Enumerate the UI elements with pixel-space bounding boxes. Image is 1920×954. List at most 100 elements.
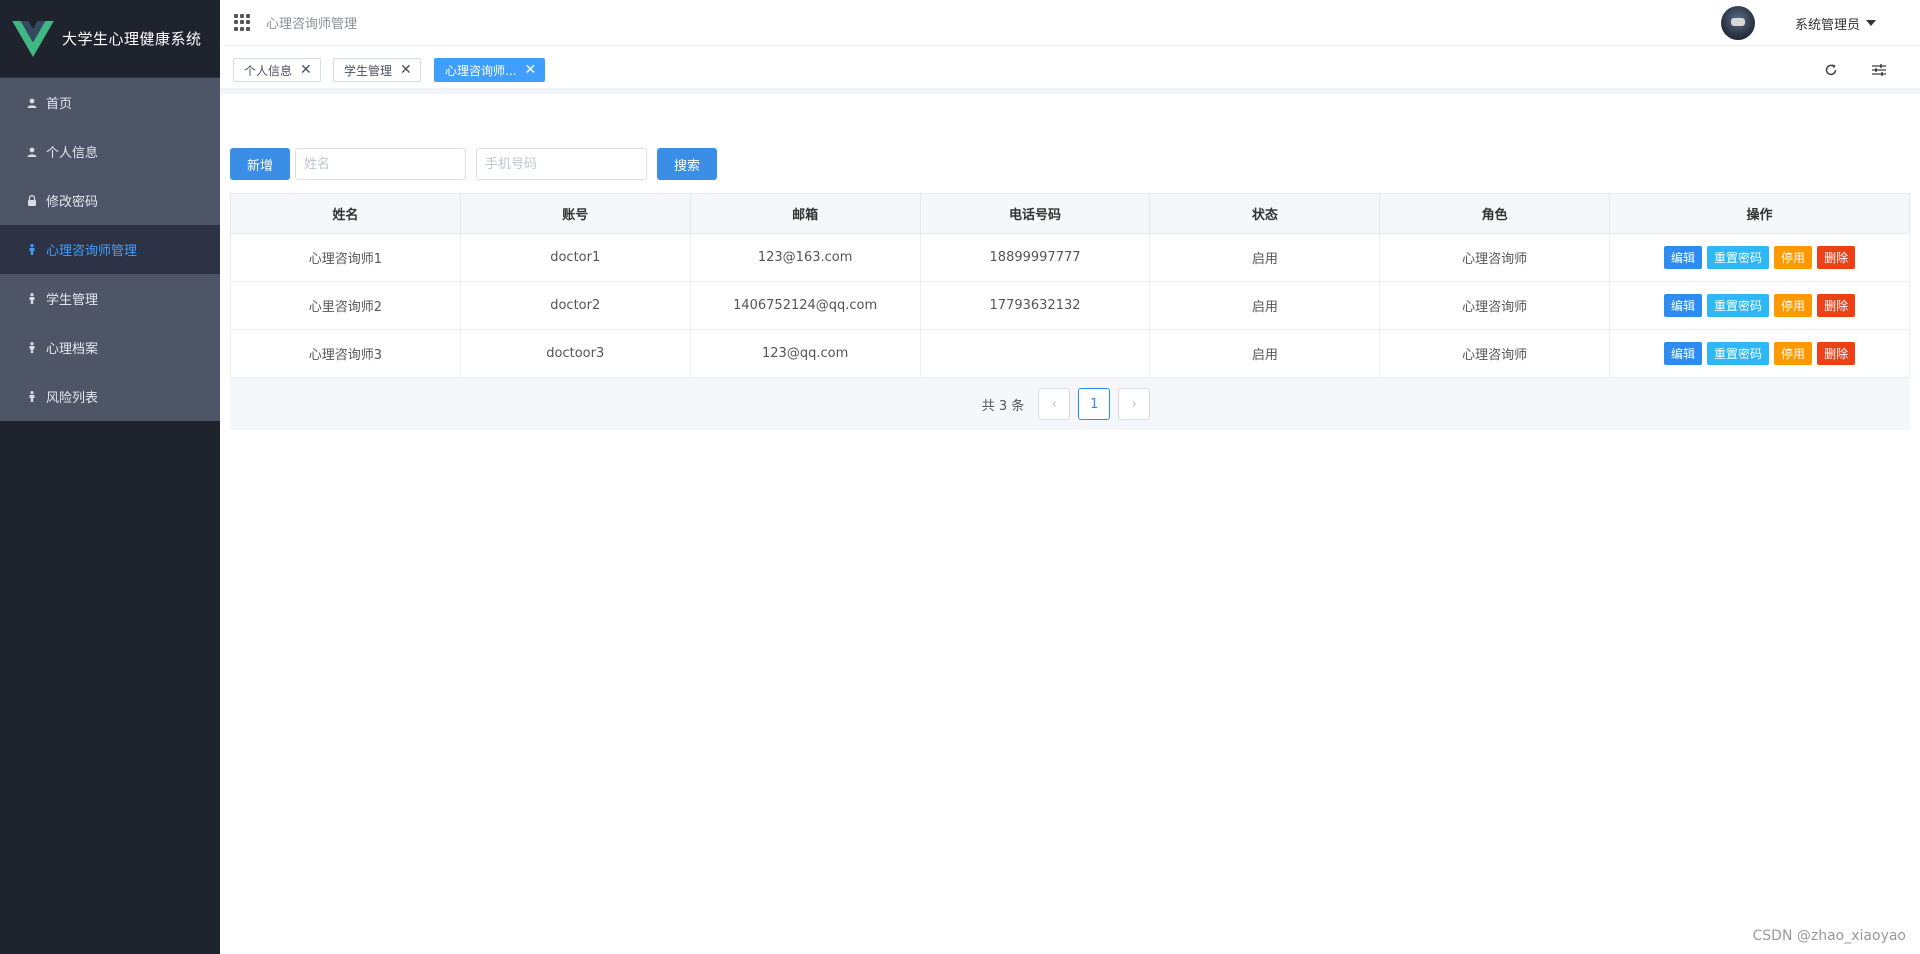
tag-profile[interactable]: 个人信息 ✕	[233, 58, 321, 82]
tag-counselor-management[interactable]: 心理咨询师... ✕	[434, 58, 546, 82]
close-icon[interactable]: ✕	[300, 63, 312, 77]
cell-status: 启用	[1149, 281, 1381, 330]
name-search-input[interactable]	[295, 148, 466, 180]
sidebar-item-change-password[interactable]: 修改密码	[0, 176, 220, 225]
column-header-account[interactable]: 账号	[459, 193, 691, 234]
cell-actions: 编辑 重置密码 停用 删除	[1609, 233, 1910, 282]
cell-actions: 编辑 重置密码 停用 删除	[1609, 329, 1910, 378]
delete-button[interactable]: 删除	[1817, 342, 1856, 365]
edit-button[interactable]: 编辑	[1664, 294, 1703, 317]
person-icon	[26, 342, 38, 354]
cell-actions: 编辑 重置密码 停用 删除	[1609, 281, 1910, 330]
add-button[interactable]: 新增	[230, 148, 290, 180]
person-icon	[26, 244, 38, 256]
table-row: 心里咨询师2 doctor2 1406752124@qq.com 1779363…	[230, 281, 1910, 330]
page-number-button[interactable]: 1	[1078, 388, 1111, 420]
disable-button[interactable]: 停用	[1774, 294, 1813, 317]
phone-search-input[interactable]	[476, 148, 647, 180]
cell-role: 心理咨询师	[1379, 329, 1611, 378]
sidebar-item-label: 心理咨询师管理	[46, 244, 138, 259]
sidebar-item-student-management[interactable]: 学生管理	[0, 274, 220, 323]
user-icon	[26, 97, 38, 109]
tags-view-bar: 个人信息 ✕ 学生管理 ✕ 心理咨询师... ✕	[220, 48, 1920, 94]
next-page-button[interactable]: ›	[1118, 388, 1151, 420]
sidebar: 大学生心理健康系统 首页 个人信息 修改密码 心理咨询师管理 学生管理 心理档案	[0, 0, 220, 954]
refresh-icon[interactable]	[1820, 59, 1842, 81]
brand-header: 大学生心理健康系统	[0, 0, 220, 78]
user-name[interactable]: 系统管理员	[1795, 14, 1860, 33]
prev-page-button[interactable]: ‹	[1038, 388, 1071, 420]
cell-phone	[919, 329, 1151, 378]
sidebar-item-label: 个人信息	[46, 146, 99, 161]
user-menu[interactable]: 系统管理员	[1720, 6, 1876, 40]
sidebar-item-label: 心理档案	[46, 342, 99, 357]
cell-status: 启用	[1149, 233, 1381, 282]
counselor-table: 姓名 账号 邮箱 电话号码 状态 角色 操作 心理咨询师1 doctor1 12…	[230, 193, 1910, 378]
watermark: CSDN @zhao_xiaoyao	[1752, 928, 1906, 944]
edit-button[interactable]: 编辑	[1664, 342, 1703, 365]
column-header-role[interactable]: 角色	[1379, 193, 1611, 234]
reset-password-button[interactable]: 重置密码	[1707, 246, 1770, 269]
app-title: 大学生心理健康系统	[62, 30, 202, 48]
tag-label: 心理咨询师...	[445, 63, 517, 78]
disable-button[interactable]: 停用	[1774, 342, 1813, 365]
reset-password-button[interactable]: 重置密码	[1707, 342, 1770, 365]
breadcrumb[interactable]: 心理咨询师管理	[266, 13, 357, 32]
delete-button[interactable]: 删除	[1817, 294, 1856, 317]
table-row: 心理咨询师1 doctor1 123@163.com 18899997777 启…	[230, 233, 1910, 282]
cell-name: 心里咨询师2	[230, 281, 461, 330]
tag-student-management[interactable]: 学生管理 ✕	[333, 58, 421, 82]
table-row: 心理咨询师3 doctoor3 123@qq.com 启用 心理咨询师 编辑 重…	[230, 329, 1910, 378]
sidebar-item-label: 学生管理	[46, 293, 99, 308]
column-header-name[interactable]: 姓名	[230, 193, 461, 234]
cell-account: doctor2	[459, 281, 691, 330]
cell-email: 1406752124@qq.com	[689, 281, 921, 330]
tag-label: 个人信息	[244, 63, 293, 78]
cell-phone: 17793632132	[919, 281, 1151, 330]
sidebar-item-psych-records[interactable]: 心理档案	[0, 323, 220, 372]
user-icon	[26, 146, 38, 158]
caret-down-icon[interactable]	[1866, 20, 1876, 26]
column-header-phone[interactable]: 电话号码	[919, 193, 1151, 234]
reset-password-button[interactable]: 重置密码	[1707, 294, 1770, 317]
delete-button[interactable]: 删除	[1817, 246, 1856, 269]
cell-status: 启用	[1149, 329, 1381, 378]
lock-icon	[26, 195, 38, 207]
disable-button[interactable]: 停用	[1774, 246, 1813, 269]
vue-logo-icon	[12, 20, 54, 57]
apps-grid-icon[interactable]	[234, 13, 252, 32]
avatar[interactable]	[1720, 6, 1755, 40]
edit-button[interactable]: 编辑	[1664, 246, 1703, 269]
column-header-status[interactable]: 状态	[1149, 193, 1381, 234]
tag-label: 学生管理	[344, 63, 393, 78]
close-icon[interactable]: ✕	[400, 63, 412, 77]
person-icon	[26, 293, 38, 305]
search-button[interactable]: 搜索	[657, 148, 717, 180]
settings-sliders-icon[interactable]	[1868, 59, 1890, 81]
sidebar-item-label: 风险列表	[46, 391, 99, 406]
pagination: 共 3 条 ‹ 1 ›	[230, 378, 1910, 430]
cell-phone: 18899997777	[919, 233, 1151, 282]
sidebar-menu: 首页 个人信息 修改密码 心理咨询师管理 学生管理 心理档案 风险列表	[0, 78, 220, 421]
cell-role: 心理咨询师	[1379, 233, 1611, 282]
column-header-actions: 操作	[1609, 193, 1910, 234]
top-header: 心理咨询师管理 系统管理员	[220, 0, 1920, 46]
search-toolbar: 新增 搜索	[230, 148, 717, 180]
column-header-email[interactable]: 邮箱	[689, 193, 921, 234]
close-icon[interactable]: ✕	[524, 63, 536, 77]
table-header-row: 姓名 账号 邮箱 电话号码 状态 角色 操作	[230, 193, 1910, 234]
sidebar-item-counselor-management[interactable]: 心理咨询师管理	[0, 225, 220, 274]
cell-account: doctor1	[459, 233, 691, 282]
sidebar-item-label: 修改密码	[46, 195, 99, 210]
cell-email: 123@163.com	[689, 233, 921, 282]
cell-email: 123@qq.com	[689, 329, 921, 378]
sidebar-item-profile[interactable]: 个人信息	[0, 127, 220, 176]
cell-account: doctoor3	[459, 329, 691, 378]
sidebar-item-home[interactable]: 首页	[0, 78, 220, 127]
sidebar-item-risk-list[interactable]: 风险列表	[0, 372, 220, 421]
cell-name: 心理咨询师1	[230, 233, 461, 282]
cell-role: 心理咨询师	[1379, 281, 1611, 330]
person-icon	[26, 391, 38, 403]
sidebar-item-label: 首页	[46, 97, 73, 112]
cell-name: 心理咨询师3	[230, 329, 461, 378]
